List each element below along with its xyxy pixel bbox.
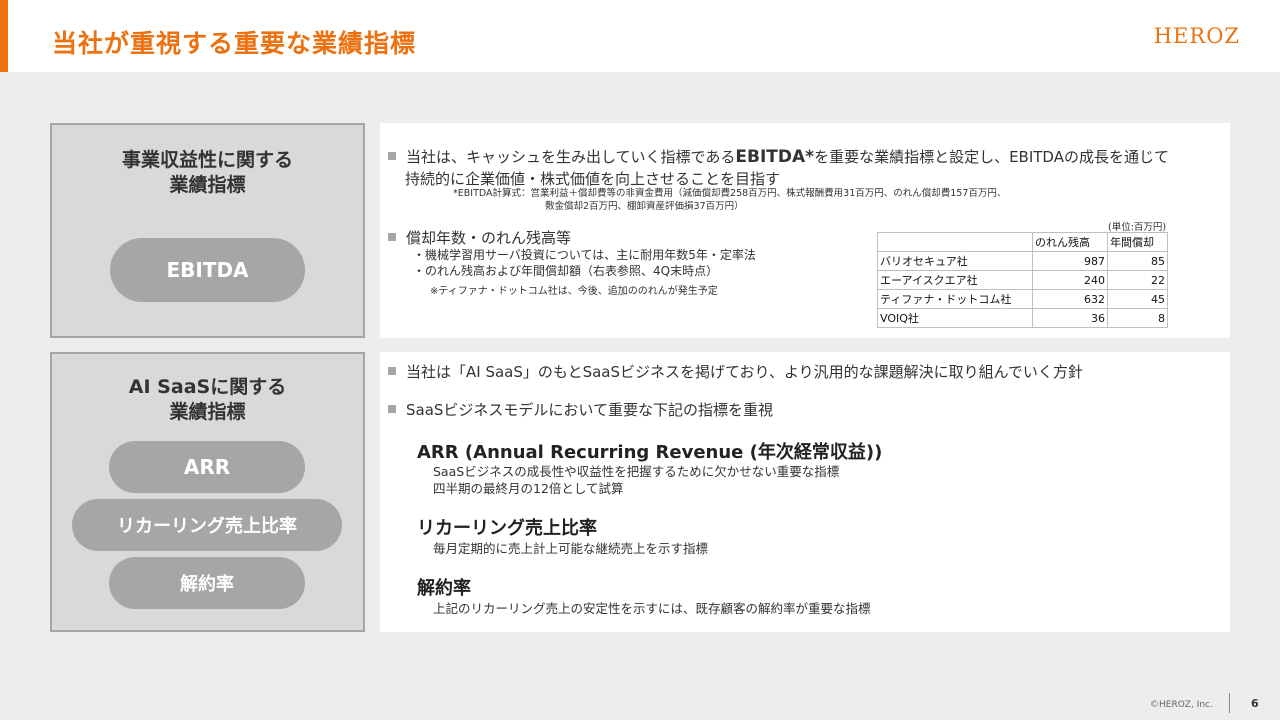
table-cell-goodwill: 240 xyxy=(1032,270,1108,290)
left-title-line2: 業績指標 xyxy=(169,401,246,423)
table-cell-amortization: 85 xyxy=(1107,251,1168,271)
table-row: バリオセキュア社 987 85 xyxy=(877,251,1168,271)
bullet-ebitda: 当社は、キャッシュを生み出していく指標であるEBITDA*を重要な業績指標と設定… xyxy=(388,146,1169,168)
pill-recurring-ratio: リカーリング売上比率 xyxy=(72,499,342,551)
metric-recurring-desc: 毎月定期的に売上計上可能な継続売上を示す指標 xyxy=(433,541,709,556)
goodwill-table: のれん残高 年間償却 バリオセキュア社 987 85 エーアイスクエア社 240… xyxy=(877,232,1168,328)
table-cell-amortization: 8 xyxy=(1107,308,1168,328)
pill-churn-rate: 解約率 xyxy=(109,557,305,609)
bullet-ai-saas: 当社は「AI SaaS」のもとSaaSビジネスを掲げており、より汎用的な課題解決… xyxy=(388,361,1083,383)
bullet-amortization: 償却年数・のれん残高等 xyxy=(388,227,571,249)
page-title: 当社が重視する重要な業績指標 xyxy=(52,29,417,58)
bullet-ebitda-post: を重要な業績指標と設定し、EBITDAの成長を通じて xyxy=(814,148,1169,166)
table-cell-company: ティファナ・ドットコム社 xyxy=(877,289,1033,309)
square-bullet-icon xyxy=(388,152,396,160)
left-box-profitability: 事業収益性に関する 業績指標 EBITDA xyxy=(50,123,365,338)
square-bullet-icon xyxy=(388,405,396,413)
bullet-ai-saas-text: 当社は「AI SaaS」のもとSaaSビジネスを掲げており、より汎用的な課題解決… xyxy=(406,363,1083,381)
bullet-saas-metrics: SaaSビジネスモデルにおいて重要な下記の指標を重視 xyxy=(388,399,773,421)
bullet-ebitda-pre: 当社は、キャッシュを生み出していく指標である xyxy=(406,148,736,166)
left-title-line1: AI SaaSに関する xyxy=(128,376,287,398)
ebitda-formula-note-cont: 敷金償却2百万円、棚卸資産評価損37百万円） xyxy=(545,201,744,212)
square-bullet-icon xyxy=(388,367,396,375)
table-cell-amortization: 22 xyxy=(1107,270,1168,290)
amortization-sub1: ・機械学習用サーバ投資については、主に耐用年数5年・定率法 xyxy=(413,248,756,262)
left-title-line2: 業績指標 xyxy=(169,174,246,196)
table-row: エーアイスクエア社 240 22 xyxy=(877,270,1168,290)
header-bar: 当社が重視する重要な業績指標 HEROZ xyxy=(0,0,1280,72)
table-row: ティファナ・ドットコム社 632 45 xyxy=(877,289,1168,309)
table-header-cell: のれん残高 xyxy=(1032,232,1108,252)
footer-divider xyxy=(1229,693,1230,713)
left-title-line1: 事業収益性に関する xyxy=(121,149,293,171)
table-cell-goodwill: 632 xyxy=(1032,289,1108,309)
metric-arr-desc2: 四半期の最終月の12倍として試算 xyxy=(433,481,624,496)
table-header-row: のれん残高 年間償却 xyxy=(877,232,1168,252)
metric-churn-heading: 解約率 xyxy=(417,578,471,599)
amortization-sub2: ・のれん残高および年間償却額（右表参照、4Q末時点） xyxy=(413,264,719,278)
pill-ebitda: EBITDA xyxy=(110,238,305,302)
table-cell-goodwill: 987 xyxy=(1032,251,1108,271)
table-cell-company: エーアイスクエア社 xyxy=(877,270,1033,290)
table-unit-label: (単位:百万円) xyxy=(1108,222,1167,233)
heroz-logo: HEROZ xyxy=(1153,24,1240,48)
panel-ebitda-details: 当社は、キャッシュを生み出していく指標であるEBITDA*を重要な業績指標と設定… xyxy=(380,123,1230,338)
bullet-ebitda-line2: 持続的に企業価値・株式価値を向上させることを目指す xyxy=(405,170,781,188)
table-header-cell xyxy=(877,232,1033,252)
square-bullet-icon xyxy=(388,233,396,241)
table-header-cell: 年間償却 xyxy=(1107,232,1168,252)
metric-arr-heading: ARR (Annual Recurring Revenue (年次経常収益)) xyxy=(417,442,883,463)
metric-recurring-heading: リカーリング売上比率 xyxy=(417,518,597,539)
pill-arr: ARR xyxy=(109,441,305,493)
table-cell-amortization: 45 xyxy=(1107,289,1168,309)
metric-arr-desc1: SaaSビジネスの成長性や収益性を把握するために欠かせない重要な指標 xyxy=(433,464,840,479)
table-cell-goodwill: 36 xyxy=(1032,308,1108,328)
amortization-sub3: ※ティファナ・ドットコム社は、今後、追加ののれんが発生予定 xyxy=(430,286,718,297)
bullet-ebitda-bold: EBITDA* xyxy=(735,147,815,167)
footer-copyright: ©HEROZ, Inc. xyxy=(1150,700,1213,710)
header-accent-bar xyxy=(0,0,8,72)
left-box-ai-saas: AI SaaSに関する 業績指標 ARR リカーリング売上比率 解約率 xyxy=(50,352,365,632)
bullet-saas-metrics-text: SaaSビジネスモデルにおいて重要な下記の指標を重視 xyxy=(406,401,773,419)
bullet-amortization-label: 償却年数・のれん残高等 xyxy=(406,229,572,247)
metric-churn-desc: 上記のリカーリング売上の安定性を示すには、既存顧客の解約率が重要な指標 xyxy=(433,601,871,616)
table-cell-company: VOIQ社 xyxy=(877,308,1033,328)
page-number: 6 xyxy=(1251,697,1259,710)
table-cell-company: バリオセキュア社 xyxy=(877,251,1033,271)
ebitda-formula-note: *EBITDA計算式：営業利益＋償却費等の非資金費用（減価償却費258百万円、株… xyxy=(453,188,1007,199)
panel-saas-details: 当社は「AI SaaS」のもとSaaSビジネスを掲げており、より汎用的な課題解決… xyxy=(380,352,1230,632)
table-row: VOIQ社 36 8 xyxy=(877,308,1168,328)
